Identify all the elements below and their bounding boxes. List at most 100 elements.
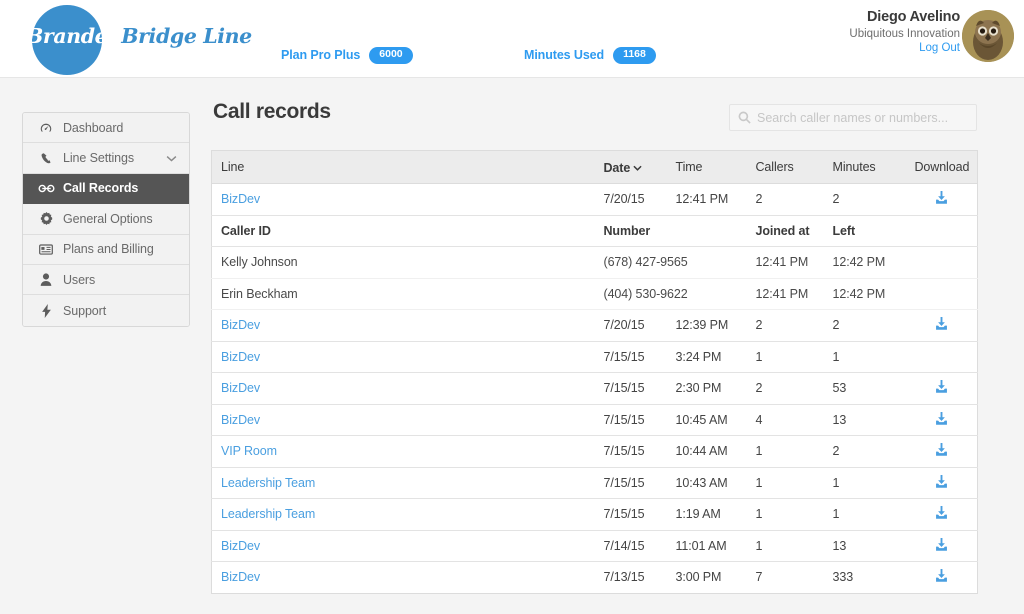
- line-link[interactable]: Leadership Team: [221, 507, 315, 521]
- cell-date: 7/15/15: [594, 498, 667, 531]
- cell-time: 2:30 PM: [666, 372, 747, 405]
- cell-download: [905, 467, 978, 499]
- cell-line: VIP Room: [211, 435, 595, 468]
- logout-link[interactable]: Log Out: [849, 41, 960, 56]
- cell-time: 11:01 AM: [666, 530, 747, 562]
- sidebar-item-dashboard[interactable]: Dashboard: [23, 113, 189, 144]
- detail-left: 12:42 PM: [823, 246, 978, 279]
- cell-callers: 2: [746, 309, 824, 342]
- table-header-row: Line Date Time Callers Minutes Download: [211, 150, 978, 184]
- table-row[interactable]: BizDev 7/20/15 12:41 PM 2 2: [211, 183, 978, 216]
- table-row[interactable]: Leadership Team 7/15/15 1:19 AM 1 1: [211, 498, 978, 531]
- cell-minutes: 2: [823, 183, 906, 216]
- download-icon[interactable]: [934, 505, 949, 520]
- detail-joined-at: 12:41 PM: [746, 278, 824, 310]
- sidebar-item-label: Plans and Billing: [63, 242, 154, 257]
- table-row[interactable]: BizDev 7/15/15 3:24 PM 1 1: [211, 341, 978, 373]
- account-name: Diego Avelino: [866, 9, 960, 25]
- line-link[interactable]: BizDev: [221, 539, 260, 553]
- column-header-date[interactable]: Date: [594, 150, 667, 184]
- cell-minutes: 53: [823, 372, 906, 405]
- download-icon[interactable]: [934, 474, 949, 489]
- detail-left: 12:42 PM: [823, 278, 978, 310]
- line-link[interactable]: Leadership Team: [221, 476, 315, 490]
- line-link[interactable]: BizDev: [221, 570, 260, 584]
- cell-line: Leadership Team: [211, 498, 595, 531]
- line-link[interactable]: BizDev: [221, 413, 260, 427]
- table-row[interactable]: BizDev 7/14/15 11:01 AM 1 13: [211, 530, 978, 562]
- sidebar-item-label: Users: [63, 272, 96, 287]
- cell-minutes: 2: [823, 435, 906, 468]
- download-icon[interactable]: [934, 379, 949, 394]
- detail-joined-at: 12:41 PM: [746, 246, 824, 279]
- cell-line: BizDev: [211, 530, 595, 562]
- account-org: Ubiquitous Innovation: [849, 27, 960, 40]
- column-header-download[interactable]: Download: [905, 150, 978, 184]
- brand-logo[interactable]: BrandedBridge Line: [22, 2, 252, 75]
- main-content: Call records Line Date Time Callers Minu…: [211, 100, 978, 594]
- search-input[interactable]: [757, 110, 968, 125]
- cell-download: [905, 341, 978, 373]
- column-header-callers[interactable]: Callers: [746, 150, 824, 184]
- line-link[interactable]: VIP Room: [221, 444, 277, 458]
- download-icon[interactable]: [934, 190, 949, 205]
- cell-callers: 1: [746, 467, 824, 499]
- table-row[interactable]: BizDev 7/15/15 10:45 AM 4 13: [211, 404, 978, 436]
- column-header-minutes[interactable]: Minutes: [823, 150, 906, 184]
- sidebar-item-label: Line Settings: [63, 151, 134, 166]
- cell-minutes: 2: [823, 309, 906, 342]
- table-row[interactable]: BizDev 7/15/15 2:30 PM 2 53: [211, 372, 978, 405]
- cell-date: 7/15/15: [594, 435, 667, 468]
- column-header-line[interactable]: Line: [211, 150, 595, 184]
- download-icon[interactable]: [934, 537, 949, 552]
- chevron-down-icon[interactable]: [166, 151, 177, 165]
- sidebar-item-label: Call Records: [63, 181, 139, 196]
- column-header-date-label: Date: [603, 160, 631, 175]
- download-icon[interactable]: [934, 411, 949, 426]
- detail-column-left: Left: [823, 214, 978, 247]
- detail-column-joined-at: Joined at: [746, 214, 824, 247]
- bolt-icon: [37, 303, 55, 318]
- sidebar-item-label: Support: [63, 303, 107, 318]
- table-row[interactable]: BizDev 7/20/15 12:39 PM 2 2: [211, 309, 978, 342]
- table-body: BizDev 7/20/15 12:41 PM 2 2 Caller ID Number Jo…: [211, 183, 978, 594]
- table-row[interactable]: VIP Room 7/15/15 10:44 AM 1 2: [211, 435, 978, 468]
- search-box[interactable]: [729, 104, 977, 131]
- logo-wordmark: BrandedBridge Line: [26, 24, 252, 48]
- column-header-time[interactable]: Time: [666, 150, 747, 184]
- sidebar-item-call-records[interactable]: Call Records: [23, 173, 189, 205]
- detail-column-number: Number: [594, 214, 747, 247]
- line-link[interactable]: BizDev: [221, 318, 260, 332]
- avatar[interactable]: [962, 10, 1014, 62]
- download-icon[interactable]: [934, 442, 949, 457]
- minutes-used-indicator[interactable]: Minutes Used 1168: [524, 47, 656, 64]
- sidebar-item-line-settings[interactable]: Line Settings: [23, 143, 189, 174]
- line-link[interactable]: BizDev: [221, 350, 260, 364]
- sidebar-item-support[interactable]: Support: [23, 295, 189, 326]
- cell-download: [905, 435, 978, 468]
- download-icon[interactable]: [934, 316, 949, 331]
- plan-indicator[interactable]: Plan Pro Plus 6000: [281, 47, 413, 64]
- cell-callers: 2: [746, 183, 824, 216]
- sidebar-item-plans-and-billing[interactable]: Plans and Billing: [23, 234, 189, 265]
- sidebar-item-users[interactable]: Users: [23, 264, 189, 296]
- line-link[interactable]: BizDev: [221, 381, 260, 395]
- cell-time: 3:24 PM: [666, 341, 747, 373]
- cell-download: [905, 309, 978, 342]
- table-row[interactable]: Leadership Team 7/15/15 10:43 AM 1 1: [211, 467, 978, 499]
- cell-time: 10:44 AM: [666, 435, 747, 468]
- cell-date: 7/20/15: [594, 183, 667, 216]
- line-link[interactable]: BizDev: [221, 192, 260, 206]
- cell-line: BizDev: [211, 341, 595, 373]
- call-records-icon: [37, 184, 55, 193]
- cell-callers: 7: [755, 570, 763, 585]
- cell-time: 3:00 PM: [675, 570, 722, 585]
- cell-download: [905, 498, 978, 531]
- table-row[interactable]: BizDev 7/13/15 3:00 PM 7 333: [212, 562, 978, 594]
- download-icon[interactable]: [934, 568, 949, 583]
- cell-minutes: 333: [832, 570, 854, 585]
- credit-card-icon: [37, 244, 55, 255]
- cell-time: 12:39 PM: [666, 309, 747, 342]
- sidebar-item-general-options[interactable]: General Options: [23, 204, 189, 235]
- cell-line: BizDev: [211, 404, 595, 436]
